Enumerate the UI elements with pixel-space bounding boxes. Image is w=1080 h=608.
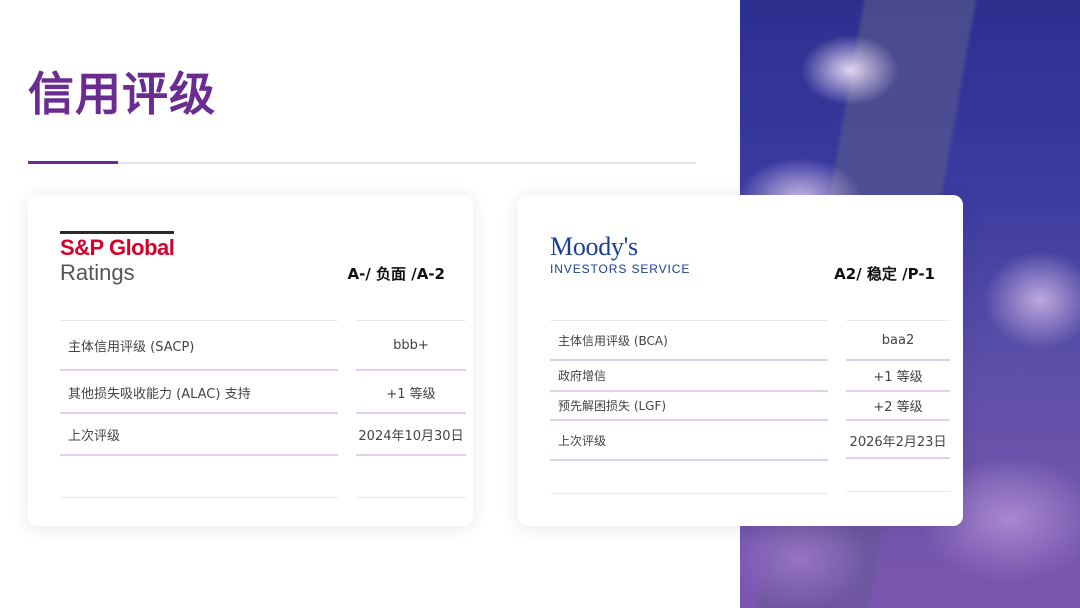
row-value: baa2 xyxy=(881,332,915,348)
sp-rating-table: 主体信用评级 (SACP) bbb+ 其他损失吸收能力 (ALAC) 支持 +1… xyxy=(60,320,466,500)
table-line xyxy=(550,493,828,494)
table-line xyxy=(60,454,338,456)
moodys-headline-rating: A2/ 稳定 /P-1 xyxy=(834,265,935,283)
sp-logo-sub: Ratings xyxy=(60,260,135,285)
page-title: 信用评级 xyxy=(28,67,216,121)
moodys-logo: Moody's INVESTORS SERVICE xyxy=(550,233,690,277)
row-value: 2026年2月23日 xyxy=(849,434,947,450)
row-value: +1 等级 xyxy=(386,386,436,402)
row-label: 上次评级 xyxy=(68,428,121,444)
title-divider xyxy=(28,162,696,164)
row-label: 政府增信 xyxy=(558,368,607,383)
sp-global-logo: S&P Global Ratings xyxy=(60,231,175,286)
table-line xyxy=(356,454,466,456)
table-row: 主体信用评级 (SACP) bbb+ xyxy=(60,321,466,369)
row-label: 主体信用评级 (SACP) xyxy=(68,339,195,355)
row-label: 上次评级 xyxy=(558,433,607,448)
table-row: 政府增信 +1 等级 xyxy=(550,361,950,389)
sp-logo-brand: S&P Global xyxy=(60,235,175,260)
row-label: 预先解困损失 (LGF) xyxy=(558,398,667,413)
sp-headline-rating: A-/ 负面 /A-2 xyxy=(347,265,445,283)
table-line xyxy=(550,459,828,461)
row-value: 2024年10月30日 xyxy=(358,428,464,444)
moodys-rating-table: 主体信用评级 (BCA) baa2 政府增信 +1 等级 预先解困损失 (LGF… xyxy=(550,320,950,500)
sp-rating-card: S&P Global Ratings A-/ 负面 /A-2 主体信用评级 (S… xyxy=(28,195,473,526)
table-line xyxy=(846,491,950,492)
sp-logo-bar xyxy=(60,231,174,234)
table-line xyxy=(846,457,950,459)
row-label: 主体信用评级 (BCA) xyxy=(558,333,668,348)
row-value: +1 等级 xyxy=(873,369,923,385)
table-row: 上次评级 2024年10月30日 xyxy=(60,414,466,454)
moodys-logo-sub: INVESTORS SERVICE xyxy=(550,262,691,276)
table-line xyxy=(356,497,466,498)
table-row: 主体信用评级 (BCA) baa2 xyxy=(550,321,950,359)
table-row: 上次评级 2026年2月23日 xyxy=(550,421,950,459)
moodys-rating-card: Moody's INVESTORS SERVICE A2/ 稳定 /P-1 主体… xyxy=(518,195,963,526)
table-row: 其他损失吸收能力 (ALAC) 支持 +1 等级 xyxy=(60,371,466,413)
row-label: 其他损失吸收能力 (ALAC) 支持 xyxy=(68,386,251,402)
row-value: bbb+ xyxy=(393,337,429,353)
table-line xyxy=(60,497,338,498)
title-divider-accent xyxy=(28,161,118,164)
table-row: 预先解困损失 (LGF) +2 等级 xyxy=(550,392,950,418)
moodys-logo-brand: Moody's xyxy=(550,232,638,261)
row-value: +2 等级 xyxy=(873,399,923,415)
